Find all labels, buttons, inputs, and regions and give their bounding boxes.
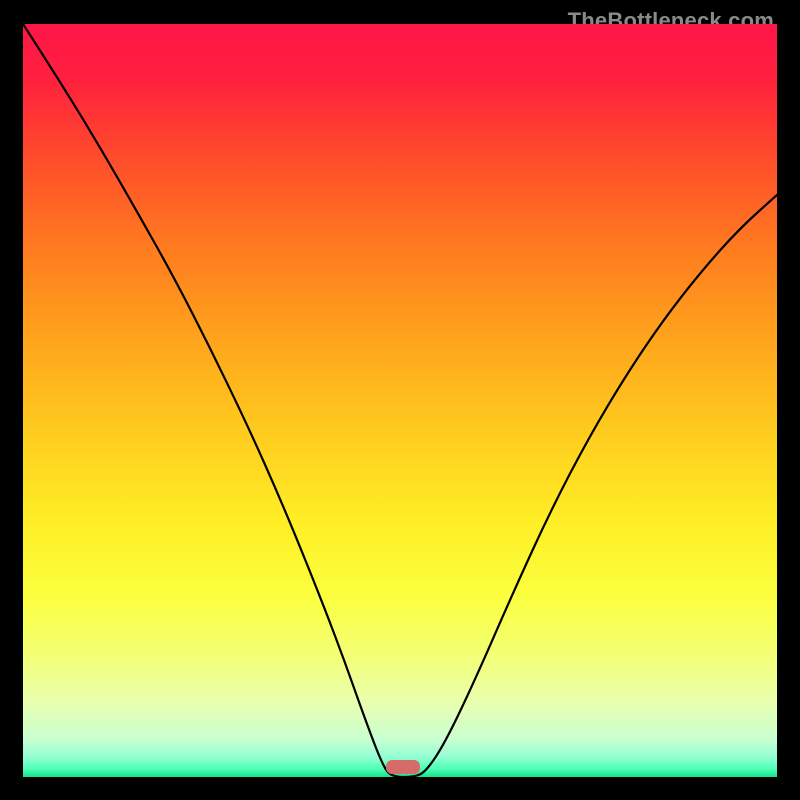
minimum-marker — [386, 760, 420, 774]
plot-area — [23, 24, 777, 777]
bottleneck-chart — [23, 24, 777, 777]
gradient-background — [23, 24, 777, 777]
chart-frame: TheBottleneck.com — [0, 0, 800, 800]
